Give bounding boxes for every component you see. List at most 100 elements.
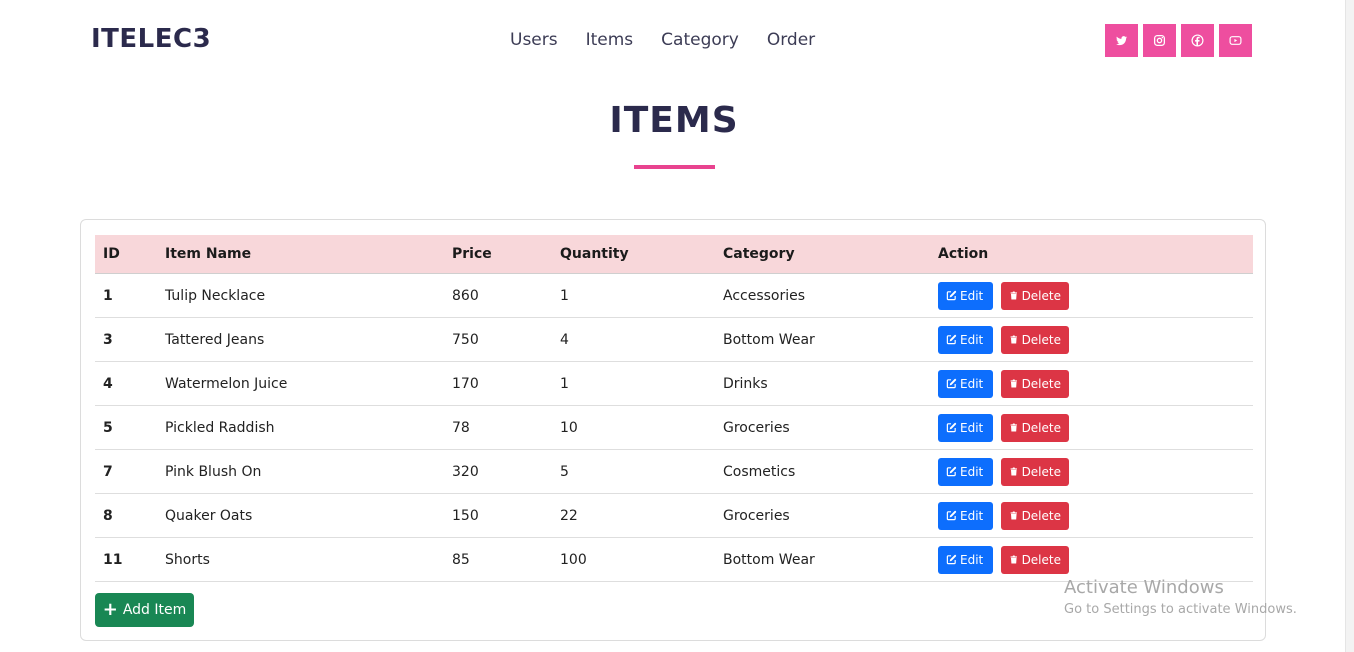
edit-button[interactable]: Edit — [938, 369, 993, 398]
youtube-icon[interactable] — [1219, 24, 1252, 57]
edit-icon — [946, 378, 957, 389]
edit-button[interactable]: Edit — [938, 281, 993, 310]
delete-button[interactable]: Delete — [1001, 501, 1069, 530]
edit-label: Edit — [960, 552, 984, 567]
column-header-quantity: Quantity — [552, 235, 715, 274]
item-price-cell: 150 — [444, 493, 552, 538]
item-category-cell: Groceries — [715, 405, 930, 450]
edit-button[interactable]: Edit — [938, 545, 993, 574]
instagram-icon[interactable] — [1143, 24, 1176, 57]
item-action-cell: Edit Delete — [930, 405, 1253, 450]
delete-label: Delete — [1021, 508, 1061, 523]
edit-button[interactable]: Edit — [938, 501, 993, 530]
edit-label: Edit — [960, 508, 984, 523]
table-body: 1 Tulip Necklace 860 1 Accessories Edit Delete… — [95, 273, 1253, 582]
edit-icon — [946, 554, 957, 565]
windows-activation-watermark: Activate Windows Go to Settings to activ… — [1064, 577, 1297, 617]
watermark-subtitle: Go to Settings to activate Windows. — [1064, 602, 1297, 617]
item-quantity-cell: 5 — [552, 449, 715, 494]
item-action-cell: Edit Delete — [930, 493, 1253, 538]
nav-link-items[interactable]: Items — [586, 30, 634, 50]
table-row: 8 Quaker Oats 150 22 Groceries Edit Delete — [95, 493, 1253, 538]
trash-icon — [1010, 379, 1017, 388]
item-name-cell: Pickled Raddish — [157, 405, 444, 450]
trash-icon — [1010, 291, 1017, 300]
delete-button[interactable]: Delete — [1001, 369, 1069, 398]
item-id-cell: 7 — [95, 449, 157, 494]
nav-link-order[interactable]: Order — [767, 30, 815, 50]
item-category-cell: Accessories — [715, 273, 930, 318]
edit-label: Edit — [960, 376, 984, 391]
table-row: 5 Pickled Raddish 78 10 Groceries Edit Delete — [95, 405, 1253, 450]
brand-logo[interactable]: ITELEC3 — [91, 24, 211, 54]
trash-icon — [1010, 423, 1017, 432]
delete-button[interactable]: Delete — [1001, 457, 1069, 486]
item-name-cell: Watermelon Juice — [157, 361, 444, 406]
delete-label: Delete — [1021, 464, 1061, 479]
delete-button[interactable]: Delete — [1001, 325, 1069, 354]
item-id-cell: 11 — [95, 537, 157, 582]
item-category-cell: Bottom Wear — [715, 537, 930, 582]
edit-label: Edit — [960, 420, 984, 435]
column-header-category: Category — [715, 235, 930, 274]
edit-label: Edit — [960, 332, 984, 347]
item-quantity-cell: 1 — [552, 273, 715, 318]
add-item-label: Add Item — [122, 602, 187, 618]
edit-label: Edit — [960, 464, 984, 479]
item-price-cell: 320 — [444, 449, 552, 494]
social-links — [1105, 24, 1257, 57]
twitter-icon[interactable] — [1105, 24, 1138, 57]
table-row: 11 Shorts 85 100 Bottom Wear Edit Delete — [95, 537, 1253, 582]
item-quantity-cell: 4 — [552, 317, 715, 362]
nav-link-users[interactable]: Users — [510, 30, 558, 50]
delete-button[interactable]: Delete — [1001, 413, 1069, 442]
edit-button[interactable]: Edit — [938, 413, 993, 442]
column-header-id: ID — [95, 235, 157, 274]
vertical-scrollbar[interactable] — [1345, 0, 1354, 652]
item-name-cell: Tattered Jeans — [157, 317, 444, 362]
item-action-cell: Edit Delete — [930, 449, 1253, 494]
edit-icon — [946, 334, 957, 345]
delete-button[interactable]: Delete — [1001, 281, 1069, 310]
item-action-cell: Edit Delete — [930, 273, 1253, 318]
item-price-cell: 85 — [444, 537, 552, 582]
trash-icon — [1010, 335, 1017, 344]
item-name-cell: Quaker Oats — [157, 493, 444, 538]
page-title: ITEMS — [609, 100, 739, 141]
trash-icon — [1010, 555, 1017, 564]
item-action-cell: Edit Delete — [930, 317, 1253, 362]
table-row: 3 Tattered Jeans 750 4 Bottom Wear Edit Delete — [95, 317, 1253, 362]
trash-icon — [1010, 467, 1017, 476]
edit-icon — [946, 290, 957, 301]
table-row: 1 Tulip Necklace 860 1 Accessories Edit Delete — [95, 273, 1253, 318]
item-quantity-cell: 100 — [552, 537, 715, 582]
item-quantity-cell: 22 — [552, 493, 715, 538]
edit-button[interactable]: Edit — [938, 325, 993, 354]
table-row: 4 Watermelon Juice 170 1 Drinks Edit Delete — [95, 361, 1253, 406]
delete-label: Delete — [1021, 420, 1061, 435]
nav-links: Users Items Category Order — [510, 30, 843, 50]
table-row: 7 Pink Blush On 320 5 Cosmetics Edit Delete — [95, 449, 1253, 494]
item-price-cell: 78 — [444, 405, 552, 450]
title-underline — [634, 165, 715, 169]
item-name-cell: Pink Blush On — [157, 449, 444, 494]
item-id-cell: 1 — [95, 273, 157, 318]
plus-icon: + — [102, 599, 118, 620]
item-name-cell: Tulip Necklace — [157, 273, 444, 318]
item-category-cell: Drinks — [715, 361, 930, 406]
edit-icon — [946, 466, 957, 477]
delete-label: Delete — [1021, 288, 1061, 303]
table-header-row: ID Item Name Price Quantity Category Act… — [95, 235, 1253, 274]
item-name-cell: Shorts — [157, 537, 444, 582]
add-item-button[interactable]: + Add Item — [95, 593, 194, 627]
item-price-cell: 750 — [444, 317, 552, 362]
item-price-cell: 860 — [444, 273, 552, 318]
item-action-cell: Edit Delete — [930, 537, 1253, 582]
nav-link-category[interactable]: Category — [661, 30, 739, 50]
delete-button[interactable]: Delete — [1001, 545, 1069, 574]
navbar: ITELEC3 Users Items Category Order — [0, 0, 1340, 80]
facebook-icon[interactable] — [1181, 24, 1214, 57]
edit-button[interactable]: Edit — [938, 457, 993, 486]
edit-icon — [946, 510, 957, 521]
delete-label: Delete — [1021, 376, 1061, 391]
